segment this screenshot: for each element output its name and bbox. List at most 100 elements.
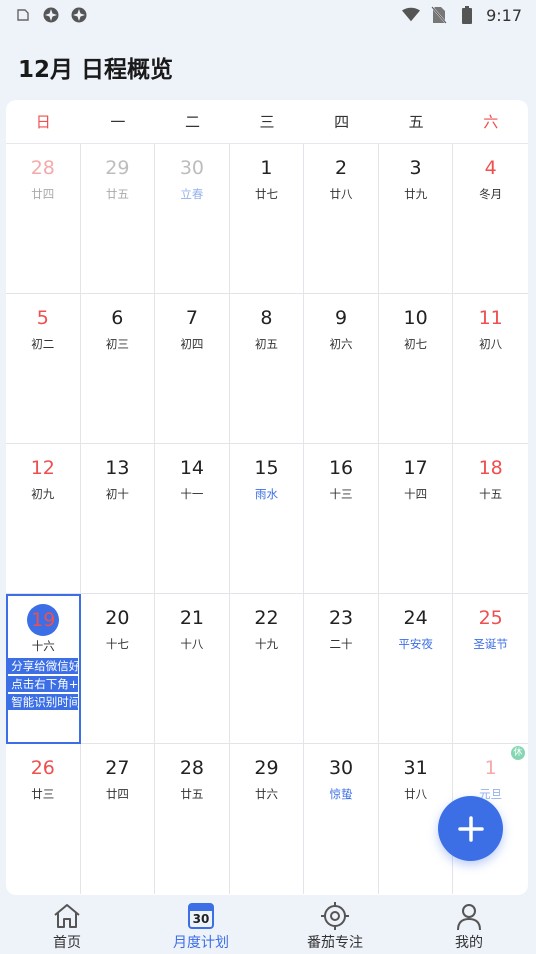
day-cell[interactable]: 6 初三 bbox=[81, 294, 156, 444]
day-number: 11 bbox=[478, 307, 503, 329]
day-number: 5 bbox=[36, 307, 49, 329]
day-cell-today[interactable]: 19 十六分享给微信好 点击右下角+ 智能识别时间 bbox=[6, 594, 81, 744]
status-bar: 9:17 bbox=[0, 0, 536, 30]
calendar-icon-date: 30 bbox=[192, 912, 210, 926]
wifi-icon bbox=[402, 6, 421, 24]
nav-home[interactable]: 首页 bbox=[0, 895, 134, 954]
person-icon bbox=[453, 901, 485, 931]
day-cell[interactable]: 8 初五 bbox=[230, 294, 305, 444]
day-number: 31 bbox=[403, 757, 428, 779]
day-cell[interactable]: 25 圣诞节 bbox=[453, 594, 528, 744]
weekday-mon: 一 bbox=[110, 113, 126, 131]
day-cell[interactable]: 13 初十 bbox=[81, 444, 156, 594]
event-item[interactable]: 点击右下角+ bbox=[8, 676, 79, 692]
calendar-grid: 28 廿四 29 廿五 30 立春 1 廿七 2 廿八 3 廿九 4 冬月 5 初二 6 初三 7 初四 8 初五 9 初六 1… bbox=[6, 144, 528, 895]
day-cell[interactable]: 3 廿九 bbox=[379, 144, 454, 294]
day-number: 2 bbox=[334, 157, 348, 179]
day-number: 4 bbox=[484, 157, 497, 179]
week-row: 12 初九 13 初十 14 十一 15 雨水 16 十三 17 十四 18 十五 bbox=[6, 444, 528, 594]
lunar-date: 廿四 bbox=[105, 787, 129, 801]
lunar-date: 廿四 bbox=[31, 187, 55, 201]
day-cell[interactable]: 22 十九 bbox=[230, 594, 305, 744]
day-cell[interactable]: 16 十三 bbox=[304, 444, 379, 594]
day-number: 23 bbox=[328, 607, 354, 629]
lunar-date: 初二 bbox=[31, 337, 55, 351]
day-cell[interactable]: 5 初二 bbox=[6, 294, 81, 444]
day-number: 10 bbox=[403, 307, 428, 329]
target-icon bbox=[319, 901, 351, 931]
day-cell[interactable]: 26 廿三 bbox=[6, 744, 81, 894]
day-cell[interactable]: 21 十八 bbox=[155, 594, 230, 744]
day-cell[interactable]: 4 冬月 bbox=[453, 144, 528, 294]
day-cell[interactable]: 12 初九 bbox=[6, 444, 81, 594]
day-number: 7 bbox=[185, 307, 198, 329]
day-number: 27 bbox=[105, 757, 130, 779]
day-number: 20 bbox=[105, 607, 130, 629]
day-cell[interactable]: 30 立春 bbox=[155, 144, 230, 294]
nav-monthly-plan-label: 月度计划 bbox=[173, 935, 229, 951]
day-cell[interactable]: 2 廿八 bbox=[304, 144, 379, 294]
day-number: 1 bbox=[260, 157, 273, 179]
day-number: 9 bbox=[334, 307, 348, 329]
week-row: 28 廿四 29 廿五 30 立春 1 廿七 2 廿八 3 廿九 4 冬月 bbox=[6, 144, 528, 294]
day-cell[interactable]: 7 初四 bbox=[155, 294, 230, 444]
app-notification-icon bbox=[70, 6, 88, 24]
festival-label: 雨水 bbox=[254, 487, 278, 501]
calendar-icon: 30 bbox=[185, 901, 217, 931]
day-cell[interactable]: 23 二十 bbox=[304, 594, 379, 744]
day-number: 19 bbox=[27, 604, 60, 636]
lunar-date: 十八 bbox=[180, 637, 204, 651]
lunar-date: 十六 bbox=[31, 639, 55, 653]
day-number: 28 bbox=[30, 157, 55, 179]
day-number: 6 bbox=[111, 307, 124, 329]
day-cell[interactable]: 9 初六 bbox=[304, 294, 379, 444]
day-number: 13 bbox=[105, 457, 130, 479]
day-number: 3 bbox=[409, 157, 422, 179]
day-cell[interactable]: 18 十五 bbox=[453, 444, 528, 594]
day-number: 26 bbox=[30, 757, 55, 779]
day-cell[interactable]: 28 廿五 bbox=[155, 744, 230, 894]
lunar-date: 廿五 bbox=[105, 187, 129, 201]
add-event-button[interactable] bbox=[438, 796, 503, 861]
status-left bbox=[14, 6, 88, 24]
day-cell[interactable]: 20 十七 bbox=[81, 594, 156, 744]
nav-pomodoro[interactable]: 番茄专注 bbox=[268, 895, 402, 954]
day-cell[interactable]: 29 廿五 bbox=[81, 144, 156, 294]
event-item[interactable]: 智能识别时间 bbox=[8, 694, 79, 710]
event-item[interactable]: 分享给微信好 bbox=[8, 658, 79, 674]
day-cell[interactable]: 30 惊蛰 bbox=[304, 744, 379, 894]
weekday-sat: 六 bbox=[483, 113, 499, 131]
lunar-date: 廿三 bbox=[31, 787, 55, 801]
weekday-thu: 四 bbox=[334, 113, 350, 131]
day-number: 29 bbox=[254, 757, 279, 779]
day-number: 28 bbox=[179, 757, 204, 779]
day-cell[interactable]: 29 廿六 bbox=[230, 744, 305, 894]
week-row: 19 十六分享给微信好 点击右下角+ 智能识别时间 20 十七 21 十八 22 十九 23 二十 24… bbox=[6, 594, 528, 744]
day-cell[interactable]: 28 廿四 bbox=[6, 144, 81, 294]
day-cell[interactable]: 14 十一 bbox=[155, 444, 230, 594]
day-number: 30 bbox=[328, 757, 354, 779]
weekday-tue: 二 bbox=[184, 113, 200, 131]
day-cell[interactable]: 17 十四 bbox=[379, 444, 454, 594]
plus-icon bbox=[457, 815, 484, 842]
nav-home-label: 首页 bbox=[53, 935, 81, 951]
nav-pomodoro-label: 番茄专注 bbox=[307, 935, 363, 951]
day-cell[interactable]: 11 初八 bbox=[453, 294, 528, 444]
day-cell[interactable]: 27 廿四 bbox=[81, 744, 156, 894]
notification-icon bbox=[14, 6, 32, 24]
no-sim-icon bbox=[430, 6, 448, 24]
lunar-date: 廿五 bbox=[180, 787, 204, 801]
day-number: 17 bbox=[403, 457, 428, 479]
day-cell[interactable]: 1 廿七 bbox=[230, 144, 305, 294]
lunar-date: 初六 bbox=[329, 337, 353, 351]
event-list: 分享给微信好 点击右下角+ 智能识别时间 bbox=[8, 658, 79, 710]
day-cell[interactable]: 24 平安夜 bbox=[379, 594, 454, 744]
day-cell[interactable]: 10 初七 bbox=[379, 294, 454, 444]
day-number: 12 bbox=[30, 457, 55, 479]
lunar-date: 初五 bbox=[254, 337, 278, 351]
day-cell[interactable]: 15 雨水 bbox=[230, 444, 305, 594]
bottom-navigation: 首页 30 月度计划 番茄专注 我的 bbox=[0, 895, 536, 954]
nav-monthly-plan[interactable]: 30 月度计划 bbox=[134, 895, 268, 954]
status-right: 9:17 bbox=[402, 6, 522, 25]
nav-profile[interactable]: 我的 bbox=[402, 895, 536, 954]
